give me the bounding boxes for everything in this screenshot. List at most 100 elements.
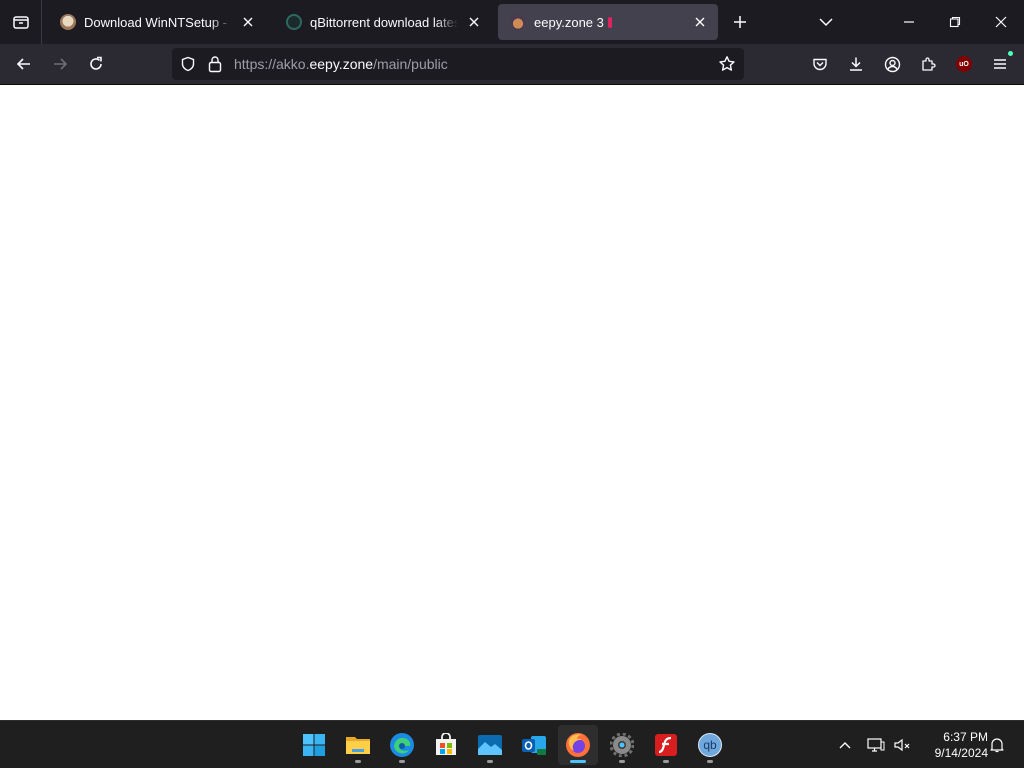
- address-bar[interactable]: https://akko.eepy.zone/main/public: [172, 48, 744, 80]
- file-explorer-icon: [346, 737, 370, 754]
- close-tab-button[interactable]: [236, 10, 260, 34]
- edge-icon: [390, 733, 414, 757]
- taskbar-store[interactable]: [426, 725, 466, 765]
- running-indicator: [487, 760, 493, 763]
- network-status[interactable]: [864, 721, 888, 768]
- network-icon: [867, 738, 885, 752]
- back-button[interactable]: [8, 48, 40, 80]
- ublock-origin-icon: uO: [956, 56, 972, 72]
- taskbar-photos[interactable]: [470, 725, 510, 765]
- qbittorrent-icon: qb: [698, 733, 722, 757]
- favicon-icon: [60, 14, 76, 30]
- running-indicator: [570, 760, 586, 763]
- windows-taskbar: qb 6:37 PM 9/14/2024: [0, 720, 1024, 768]
- favicon-icon: [286, 14, 302, 30]
- app-menu-button[interactable]: [984, 48, 1016, 80]
- tab-title-text: eepy.zone 3: [534, 14, 604, 30]
- taskbar-outlook[interactable]: [514, 725, 554, 765]
- tab-overflow-button[interactable]: [810, 6, 842, 38]
- running-indicator: [355, 760, 361, 763]
- lock-icon[interactable]: [207, 55, 223, 78]
- tab-title: eepy.zone 3: [534, 15, 684, 30]
- close-tab-button[interactable]: [462, 10, 486, 34]
- settings-icon: [610, 733, 634, 757]
- start-button[interactable]: [294, 725, 334, 765]
- taskbar-flash[interactable]: [646, 725, 686, 765]
- store-icon: [436, 733, 456, 755]
- bookmark-star-icon[interactable]: [718, 55, 736, 78]
- ublock-badge-text: uO: [959, 60, 969, 68]
- tab-title: Download WinNTSetup - Major: [84, 14, 232, 30]
- close-icon: [995, 16, 1007, 28]
- taskbar-qbittorrent[interactable]: qb: [690, 725, 730, 765]
- arrow-right-icon: [54, 58, 68, 70]
- running-indicator: [399, 760, 405, 763]
- taskbar-firefox[interactable]: [558, 725, 598, 765]
- clock-time: 6:37 PM: [943, 730, 988, 744]
- forward-button[interactable]: [44, 48, 76, 80]
- notification-mark: [607, 16, 612, 28]
- minimize-icon: [904, 21, 914, 23]
- close-window-button[interactable]: [985, 6, 1017, 38]
- tab-bar: Download WinNTSetup - Major qBittorrent …: [0, 0, 1024, 44]
- close-tab-button[interactable]: [688, 10, 712, 34]
- page-content: [0, 85, 1024, 720]
- close-icon: [243, 17, 253, 27]
- puzzle-icon: [922, 57, 936, 71]
- running-indicator: [619, 760, 625, 763]
- account-button[interactable]: [876, 48, 908, 80]
- bell-icon: [990, 738, 1004, 753]
- close-icon: [469, 17, 479, 27]
- chevron-down-icon: [819, 18, 833, 27]
- clock-date: 9/14/2024: [934, 746, 988, 760]
- tab-list-icon: [12, 16, 29, 29]
- navigation-toolbar: https://akko.eepy.zone/main/public uO: [0, 44, 1024, 85]
- reload-icon: [90, 56, 102, 70]
- account-icon: [884, 56, 900, 72]
- flash-icon: [655, 734, 677, 756]
- ublock-origin-button[interactable]: uO: [948, 48, 980, 80]
- taskbar-settings[interactable]: [602, 725, 642, 765]
- url-domain: eepy.zone: [309, 56, 374, 72]
- download-icon: [850, 57, 862, 71]
- tab-eepy-zone[interactable]: eepy.zone 3: [498, 4, 718, 40]
- downloads-button[interactable]: [840, 48, 872, 80]
- running-indicator: [707, 760, 713, 763]
- pocket-icon: [813, 58, 827, 71]
- chevron-up-icon: [839, 742, 851, 749]
- firefox-icon: [566, 733, 590, 757]
- url-path: /main/public: [373, 56, 448, 72]
- taskbar-file-explorer[interactable]: [338, 725, 378, 765]
- tracking-protection-shield-icon[interactable]: [180, 56, 196, 77]
- volume-status[interactable]: [890, 721, 914, 768]
- running-indicator: [663, 760, 669, 763]
- favicon-icon: [510, 14, 526, 30]
- list-all-tabs-button[interactable]: [0, 0, 42, 44]
- hamburger-menu-icon: [994, 59, 1006, 69]
- minimize-button[interactable]: [893, 6, 925, 38]
- close-icon: [695, 17, 705, 27]
- new-tab-button[interactable]: [724, 6, 756, 38]
- start-icon: [303, 734, 325, 756]
- pocket-button[interactable]: [804, 48, 836, 80]
- reload-button[interactable]: [80, 48, 112, 80]
- photos-icon: [478, 735, 502, 755]
- url-text[interactable]: https://akko.eepy.zone/main/public: [234, 56, 448, 72]
- tab-title: qBittorrent download latest ver: [310, 14, 458, 30]
- outlook-icon: [522, 736, 546, 755]
- restore-button[interactable]: [939, 6, 971, 38]
- tab-qbittorrent[interactable]: qBittorrent download latest ver: [274, 4, 492, 40]
- restore-icon: [949, 16, 961, 28]
- update-dot: [1008, 51, 1013, 56]
- taskbar-edge[interactable]: [382, 725, 422, 765]
- show-hidden-icons-button[interactable]: [834, 721, 856, 768]
- plus-icon: [734, 16, 746, 28]
- volume-muted-icon: [894, 738, 910, 752]
- extensions-button[interactable]: [912, 48, 944, 80]
- arrow-left-icon: [16, 58, 30, 70]
- qbittorrent-label: qb: [703, 738, 717, 752]
- tab-winntsetup[interactable]: Download WinNTSetup - Major: [48, 4, 266, 40]
- notifications-button[interactable]: [986, 721, 1008, 768]
- url-prefix: https://akko.: [234, 56, 310, 72]
- system-clock[interactable]: 6:37 PM 9/14/2024: [918, 729, 988, 761]
